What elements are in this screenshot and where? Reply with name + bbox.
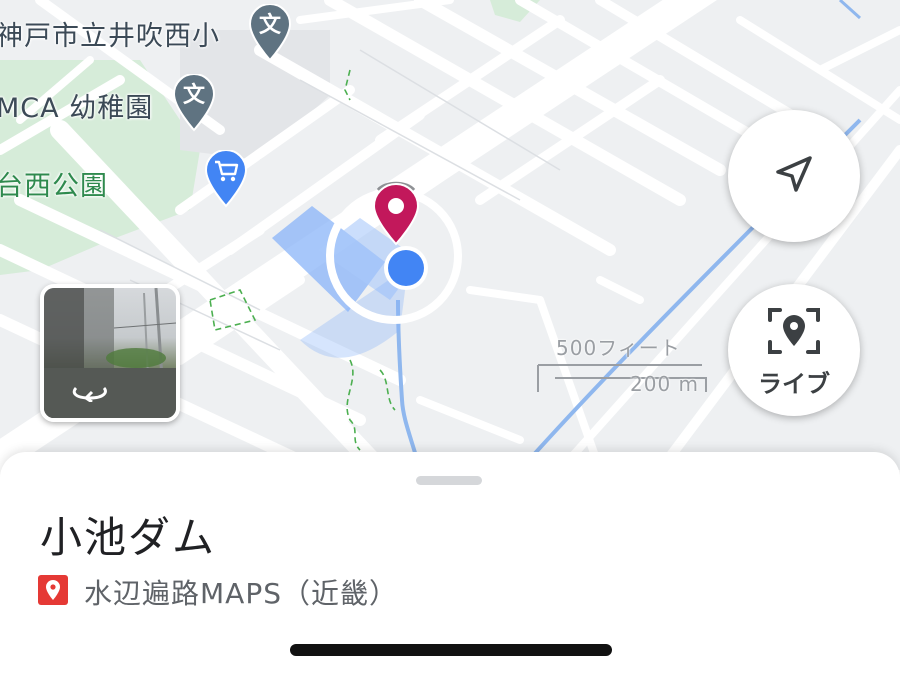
rotate-360-icon [70,380,110,404]
home-indicator[interactable] [290,644,612,656]
navigate-button[interactable] [728,110,860,242]
place-title: 小池ダム [40,513,217,562]
scale-imperial-label: 500フィート [556,336,681,360]
school-label[interactable]: 神戸市立井吹西小 [0,14,220,53]
place-source-row[interactable]: 水辺遍路MAPS（近畿） [38,572,398,612]
school-glyph: 文 [183,82,206,108]
my-location-dot-icon [382,244,430,292]
map-view[interactable]: 神戸市立井吹西小 MCA 幼稚園 台西公園 文 文 500フィート 200 m … [0,0,900,470]
kindergarten-label[interactable]: MCA 幼稚園 [0,86,153,125]
sheet-drag-handle[interactable] [416,476,482,485]
live-view-label: ライブ [758,369,830,398]
school-glyph: 文 [259,12,282,38]
school-pin-icon[interactable]: 文 [248,3,292,62]
school-pin-icon[interactable]: 文 [172,73,216,132]
place-source-label: 水辺遍路MAPS（近畿） [84,577,398,610]
scale-metric-label: 200 m [630,372,700,396]
red-place-pin-icon [38,575,68,609]
selected-place-pin-icon[interactable] [366,176,426,246]
maps-screen: 神戸市立井吹西小 MCA 幼稚園 台西公園 文 文 500フィート 200 m … [0,0,900,675]
navigation-arrow-icon [774,154,814,198]
live-view-pin-icon [766,306,822,360]
park-label[interactable]: 台西公園 [0,164,108,203]
live-view-button[interactable]: ライブ [728,284,860,416]
street-view-thumbnail[interactable] [40,284,180,422]
place-bottom-sheet[interactable]: 小池ダム 水辺遍路MAPS（近畿） [0,452,900,675]
shopping-cart-pin-icon[interactable] [204,149,248,208]
